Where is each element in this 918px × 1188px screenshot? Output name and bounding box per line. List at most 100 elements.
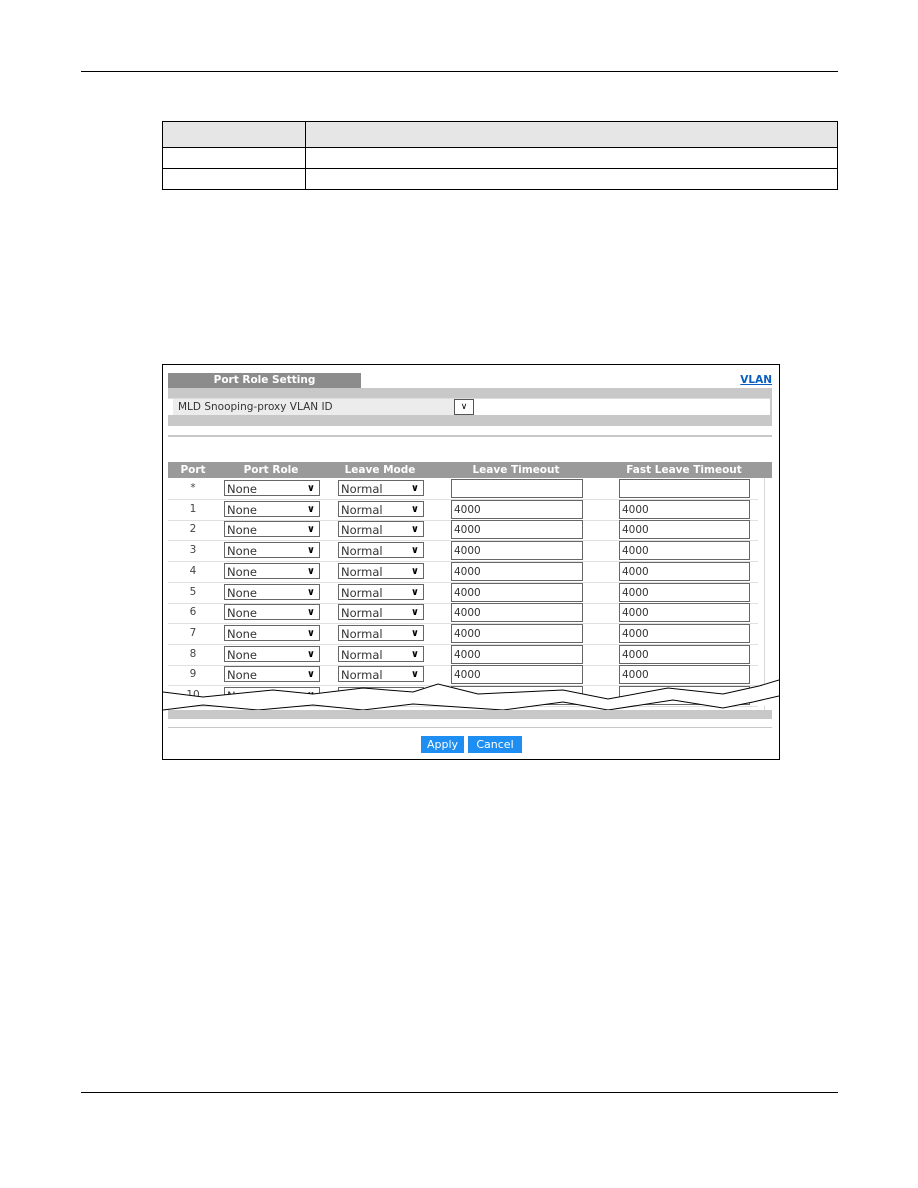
- leave-mode-select[interactable]: Normal ∨: [338, 480, 424, 496]
- port-role-select[interactable]: None ∨: [224, 583, 320, 600]
- leave-mode-select[interactable]: Normal ∨: [338, 624, 424, 641]
- port-role-setting-panel: Port Role Setting VLAN MLD Snooping-prox…: [162, 364, 780, 760]
- vlan-id-label: MLD Snooping-proxy VLAN ID: [173, 399, 454, 415]
- chevron-down-icon: ∨: [306, 627, 315, 639]
- port-role-value: None: [227, 606, 258, 621]
- reference-cell: [305, 168, 838, 190]
- port-number: 2: [189, 523, 197, 536]
- port-table-header: Port Port Role Leave Mode Leave Timeout …: [168, 462, 772, 478]
- section-divider: [168, 435, 772, 437]
- column-header-fast-leave-timeout: Fast Leave Timeout: [626, 464, 742, 476]
- leave-timeout-input[interactable]: 4000: [451, 561, 583, 581]
- apply-button[interactable]: Apply: [421, 736, 464, 753]
- port-role-value: None: [227, 544, 258, 559]
- leave-mode-select[interactable]: Normal ∨: [338, 500, 424, 517]
- leave-mode-value: Normal: [341, 626, 383, 641]
- reference-table-row: [162, 147, 838, 169]
- leave-mode-value: Normal: [341, 647, 383, 662]
- leave-mode-value: Normal: [341, 482, 383, 496]
- port-role-value: None: [227, 647, 258, 662]
- port-role-select[interactable]: None ∨: [224, 521, 320, 538]
- reference-header-cell: [305, 121, 838, 148]
- leave-mode-value: Normal: [341, 523, 383, 538]
- leave-timeout-input[interactable]: 4000: [451, 541, 583, 561]
- chevron-down-icon: ∨: [460, 402, 468, 412]
- port-role-select[interactable]: None ∨: [224, 542, 320, 559]
- break-fill: [163, 680, 779, 710]
- port-row: 5 None ∨ Normal ∨ 4000 4000: [168, 582, 758, 604]
- chevron-down-icon: ∨: [306, 565, 315, 577]
- chevron-down-icon: ∨: [306, 586, 315, 598]
- port-role-select[interactable]: None ∨: [224, 604, 320, 621]
- vlan-id-select[interactable]: ∨: [454, 399, 474, 415]
- port-role-value: None: [227, 482, 258, 496]
- fast-leave-timeout-input[interactable]: 4000: [619, 582, 750, 602]
- vlan-id-row: MLD Snooping-proxy VLAN ID ∨: [168, 398, 770, 415]
- leave-timeout-input[interactable]: 4000: [451, 582, 583, 602]
- reference-cell: [162, 147, 306, 169]
- leave-mode-select[interactable]: Normal ∨: [338, 645, 424, 662]
- fast-leave-timeout-input[interactable]: 4000: [619, 520, 750, 540]
- chevron-down-icon: ∨: [410, 503, 419, 515]
- port-role-value: None: [227, 523, 258, 538]
- column-header-leave-timeout: Leave Timeout: [472, 464, 560, 476]
- port-row: 7 None ∨ Normal ∨ 4000 4000: [168, 623, 758, 645]
- port-number: 3: [189, 544, 197, 557]
- leave-mode-select[interactable]: Normal ∨: [338, 562, 424, 579]
- leave-mode-select[interactable]: Normal ∨: [338, 583, 424, 600]
- port-role-select[interactable]: None ∨: [224, 500, 320, 517]
- leave-mode-value: Normal: [341, 564, 383, 579]
- leave-timeout-input[interactable]: 4000: [451, 520, 583, 540]
- port-role-value: None: [227, 564, 258, 579]
- leave-timeout-input[interactable]: 4000: [451, 644, 583, 664]
- port-role-select[interactable]: None ∨: [224, 480, 320, 496]
- port-row: 4 None ∨ Normal ∨ 4000 4000: [168, 561, 758, 583]
- leave-mode-value: Normal: [341, 544, 383, 559]
- fast-leave-timeout-input[interactable]: 4000: [619, 644, 750, 664]
- fast-leave-timeout-input[interactable]: [619, 479, 750, 498]
- fast-leave-timeout-input[interactable]: 4000: [619, 499, 750, 519]
- column-header-leave-mode: Leave Mode: [344, 464, 416, 476]
- fast-leave-timeout-input[interactable]: 4000: [619, 623, 750, 643]
- fast-leave-timeout-input[interactable]: 4000: [619, 541, 750, 561]
- page-footer-rule: [81, 1092, 838, 1093]
- port-row: * None ∨ Normal ∨: [168, 478, 758, 500]
- port-role-select[interactable]: None ∨: [224, 624, 320, 641]
- reference-header-cell: [162, 121, 306, 148]
- port-row: 1 None ∨ Normal ∨ 4000 4000: [168, 499, 758, 521]
- port-role-value: None: [227, 585, 258, 600]
- chevron-down-icon: ∨: [306, 607, 315, 619]
- port-row: 8 None ∨ Normal ∨ 4000 4000: [168, 644, 758, 666]
- port-role-value: None: [227, 626, 258, 641]
- port-number: 8: [189, 647, 197, 660]
- port-number: 7: [189, 626, 197, 639]
- chevron-down-icon: ∨: [306, 503, 315, 515]
- fast-leave-timeout-input[interactable]: 4000: [619, 603, 750, 623]
- column-header-port-role: Port Role: [243, 464, 299, 476]
- port-number: 1: [189, 502, 197, 515]
- leave-mode-select[interactable]: Normal ∨: [338, 542, 424, 559]
- cancel-button[interactable]: Cancel: [468, 736, 522, 753]
- leave-timeout-input[interactable]: 4000: [451, 623, 583, 643]
- port-role-select[interactable]: None ∨: [224, 562, 320, 579]
- chevron-down-icon: ∨: [410, 627, 419, 639]
- port-role-select[interactable]: None ∨: [224, 645, 320, 662]
- port-number: 5: [189, 585, 197, 598]
- port-number: *: [190, 482, 196, 494]
- leave-mode-value: Normal: [341, 606, 383, 621]
- chevron-down-icon: ∨: [306, 648, 315, 660]
- tab-port-role-setting[interactable]: Port Role Setting: [168, 373, 361, 388]
- leave-timeout-input[interactable]: 4000: [451, 499, 583, 519]
- leave-timeout-input[interactable]: [451, 479, 583, 498]
- leave-mode-select[interactable]: Normal ∨: [338, 521, 424, 538]
- fast-leave-timeout-input[interactable]: 4000: [619, 561, 750, 581]
- vlan-link[interactable]: VLAN: [740, 374, 772, 386]
- chevron-down-icon: ∨: [306, 483, 315, 494]
- port-row: 3 None ∨ Normal ∨ 4000 4000: [168, 540, 758, 563]
- leave-mode-select[interactable]: Normal ∨: [338, 604, 424, 621]
- leave-mode-value: Normal: [341, 585, 383, 600]
- chevron-down-icon: ∨: [306, 545, 315, 557]
- port-row: 6 None ∨ Normal ∨ 4000 4000: [168, 602, 758, 625]
- leave-timeout-input[interactable]: 4000: [451, 603, 583, 623]
- port-row: 2 None ∨ Normal ∨ 4000 4000: [168, 519, 758, 542]
